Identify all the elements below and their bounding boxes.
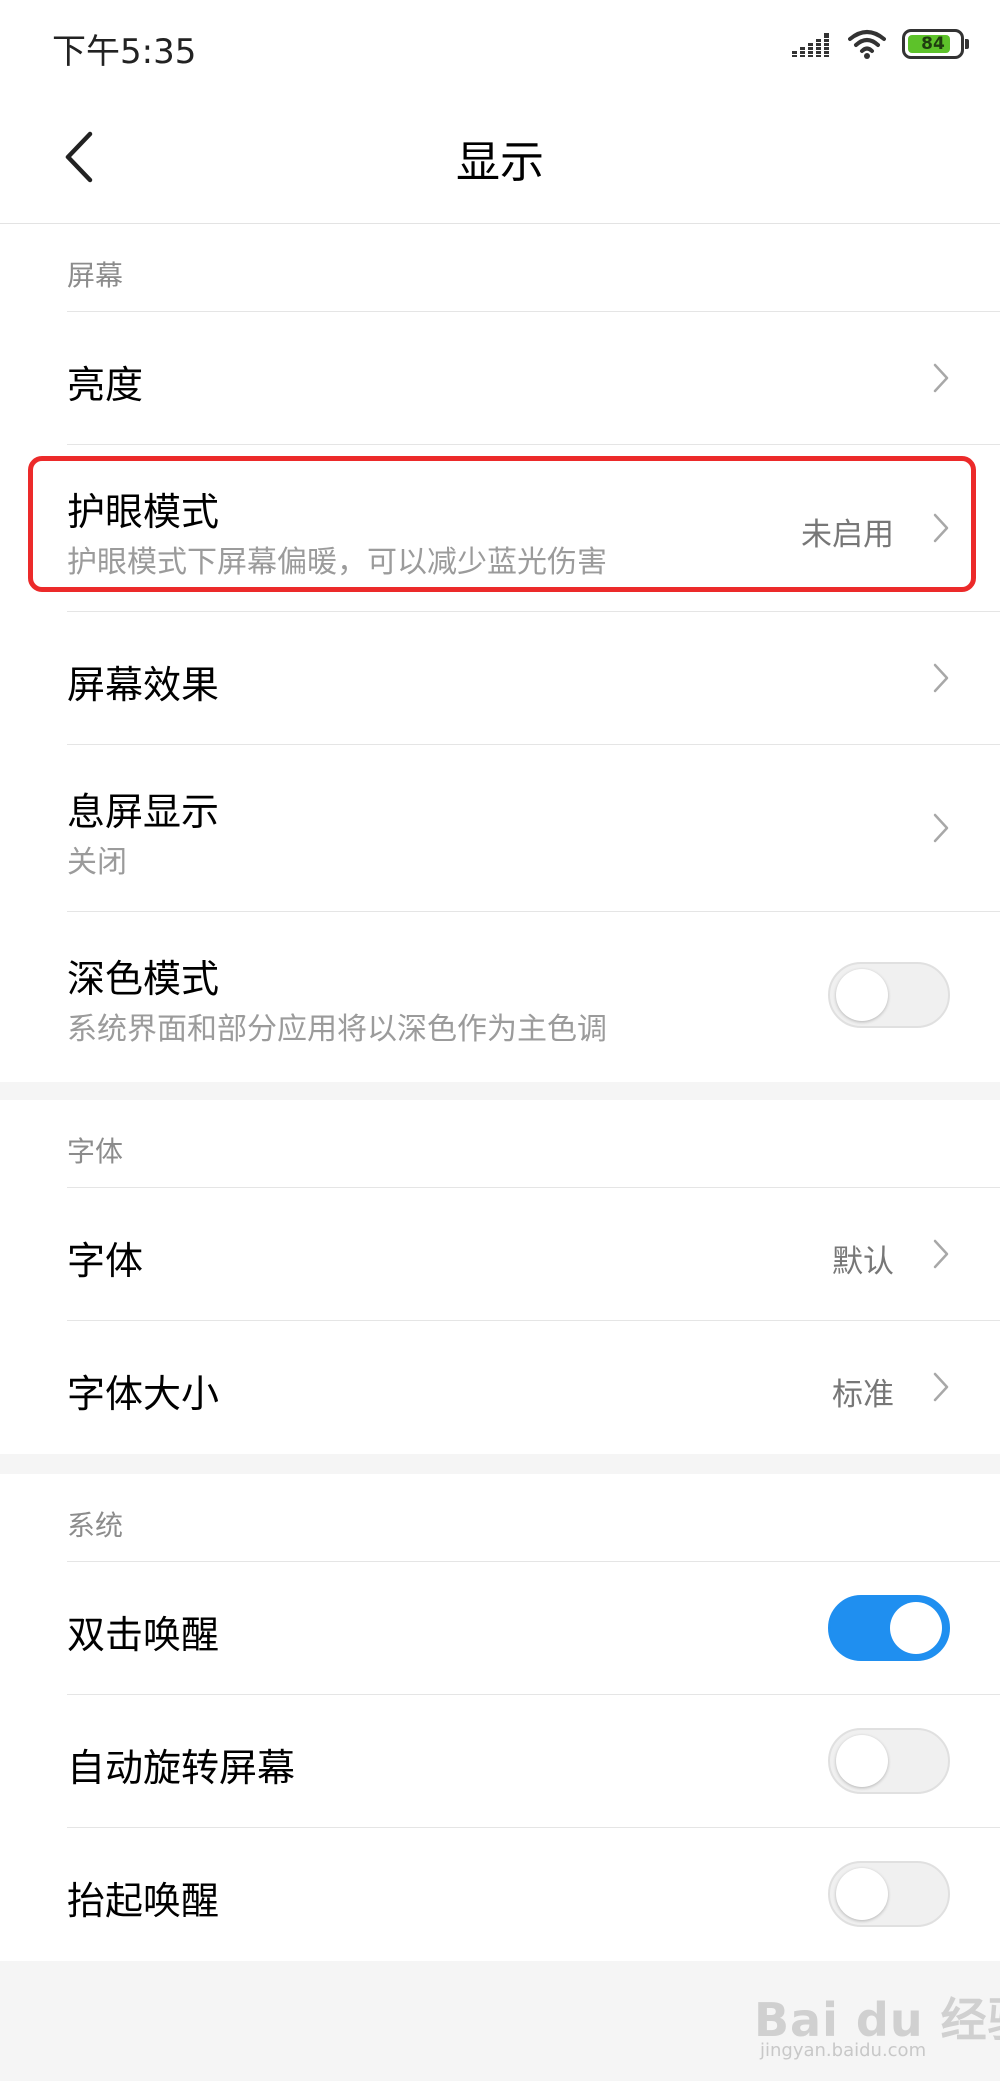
baidu-jingyan-watermark: Bai du 经验 jingyan.baidu.com — [754, 1984, 1000, 2064]
system-section: 系统 双击唤醒 自动旋转屏幕 抬起唤醒 — [0, 1474, 1000, 1961]
battery-level: 84 — [921, 34, 945, 54]
raise-to-wake-toggle[interactable] — [828, 1861, 950, 1927]
section-title-system: 系统 — [67, 1509, 124, 1542]
watermark-url: jingyan.baidu.com — [760, 2040, 927, 2061]
section-title-font: 字体 — [67, 1135, 124, 1168]
screen-effect-label: 屏幕效果 — [67, 663, 220, 707]
screen-section: 屏幕 亮度 护眼模式 护眼模式下屏幕偏暖，可以减少蓝光伤害 未启用 屏幕效果 息… — [0, 224, 1000, 1082]
section-header: 字体 — [0, 1100, 1000, 1187]
brightness-row[interactable]: 亮度 — [67, 311, 1000, 444]
chevron-right-icon — [933, 1239, 949, 1269]
chevron-right-icon — [933, 813, 949, 843]
dark-mode-description: 系统界面和部分应用将以深色作为主色调 — [67, 1012, 607, 1047]
status-time: 下午5:35 — [52, 32, 197, 72]
font-size-label: 字体大小 — [67, 1372, 220, 1416]
chevron-right-icon — [933, 363, 949, 393]
auto-rotate-row: 自动旋转屏幕 — [67, 1694, 1000, 1827]
toggle-knob — [836, 969, 888, 1021]
section-header: 屏幕 — [0, 224, 1000, 311]
status-bar: 下午5:35 84 — [0, 0, 1000, 92]
font-label: 字体 — [67, 1239, 144, 1283]
page-header: 显示 — [0, 92, 1000, 224]
chevron-right-icon — [933, 513, 949, 543]
font-row[interactable]: 字体 默认 — [67, 1187, 1000, 1320]
dark-mode-row: 深色模式 系统界面和部分应用将以深色作为主色调 — [67, 911, 1000, 1082]
display-settings-screen: 下午5:35 84 显示 屏幕 亮度 护眼模式 护眼模式下屏幕偏暖，可以减少蓝光… — [0, 0, 1000, 2081]
double-tap-wake-row: 双击唤醒 — [67, 1561, 1000, 1694]
font-size-value: 标准 — [832, 1377, 894, 1413]
battery-icon: 84 — [902, 29, 969, 59]
wifi-icon — [848, 30, 886, 59]
double-tap-wake-label: 双击唤醒 — [67, 1613, 220, 1657]
eye-protection-description: 护眼模式下屏幕偏暖，可以减少蓝光伤害 — [67, 545, 607, 580]
double-tap-wake-toggle[interactable] — [828, 1595, 950, 1661]
status-icons: 84 — [792, 24, 969, 64]
toggle-knob — [836, 1868, 888, 1920]
brightness-label: 亮度 — [67, 363, 144, 407]
ambient-display-row[interactable]: 息屏显示 关闭 — [67, 744, 1000, 911]
chevron-right-icon — [933, 663, 949, 693]
auto-rotate-toggle[interactable] — [828, 1728, 950, 1794]
dark-mode-toggle[interactable] — [828, 962, 950, 1028]
eye-protection-status: 未启用 — [801, 517, 894, 553]
section-separator — [0, 1454, 1000, 1474]
toggle-knob — [836, 1735, 888, 1787]
signal-icon — [792, 33, 829, 57]
raise-to-wake-label: 抬起唤醒 — [67, 1879, 220, 1923]
chevron-right-icon — [933, 1372, 949, 1402]
eye-protection-row[interactable]: 护眼模式 护眼模式下屏幕偏暖，可以减少蓝光伤害 未启用 — [67, 444, 1000, 611]
section-separator — [0, 1082, 1000, 1100]
screen-effect-row[interactable]: 屏幕效果 — [67, 611, 1000, 744]
section-header: 系统 — [0, 1474, 1000, 1561]
font-section: 字体 字体 默认 字体大小 标准 — [0, 1100, 1000, 1454]
eye-protection-label: 护眼模式 — [67, 490, 220, 534]
raise-to-wake-row: 抬起唤醒 — [67, 1827, 1000, 1961]
section-title-screen: 屏幕 — [67, 259, 124, 292]
ambient-display-status: 关闭 — [67, 845, 127, 880]
ambient-display-label: 息屏显示 — [67, 790, 220, 834]
dark-mode-label: 深色模式 — [67, 957, 220, 1001]
auto-rotate-label: 自动旋转屏幕 — [67, 1746, 296, 1790]
font-value: 默认 — [832, 1244, 894, 1280]
font-size-row[interactable]: 字体大小 标准 — [67, 1320, 1000, 1454]
page-title: 显示 — [456, 137, 544, 188]
toggle-knob — [890, 1602, 942, 1654]
